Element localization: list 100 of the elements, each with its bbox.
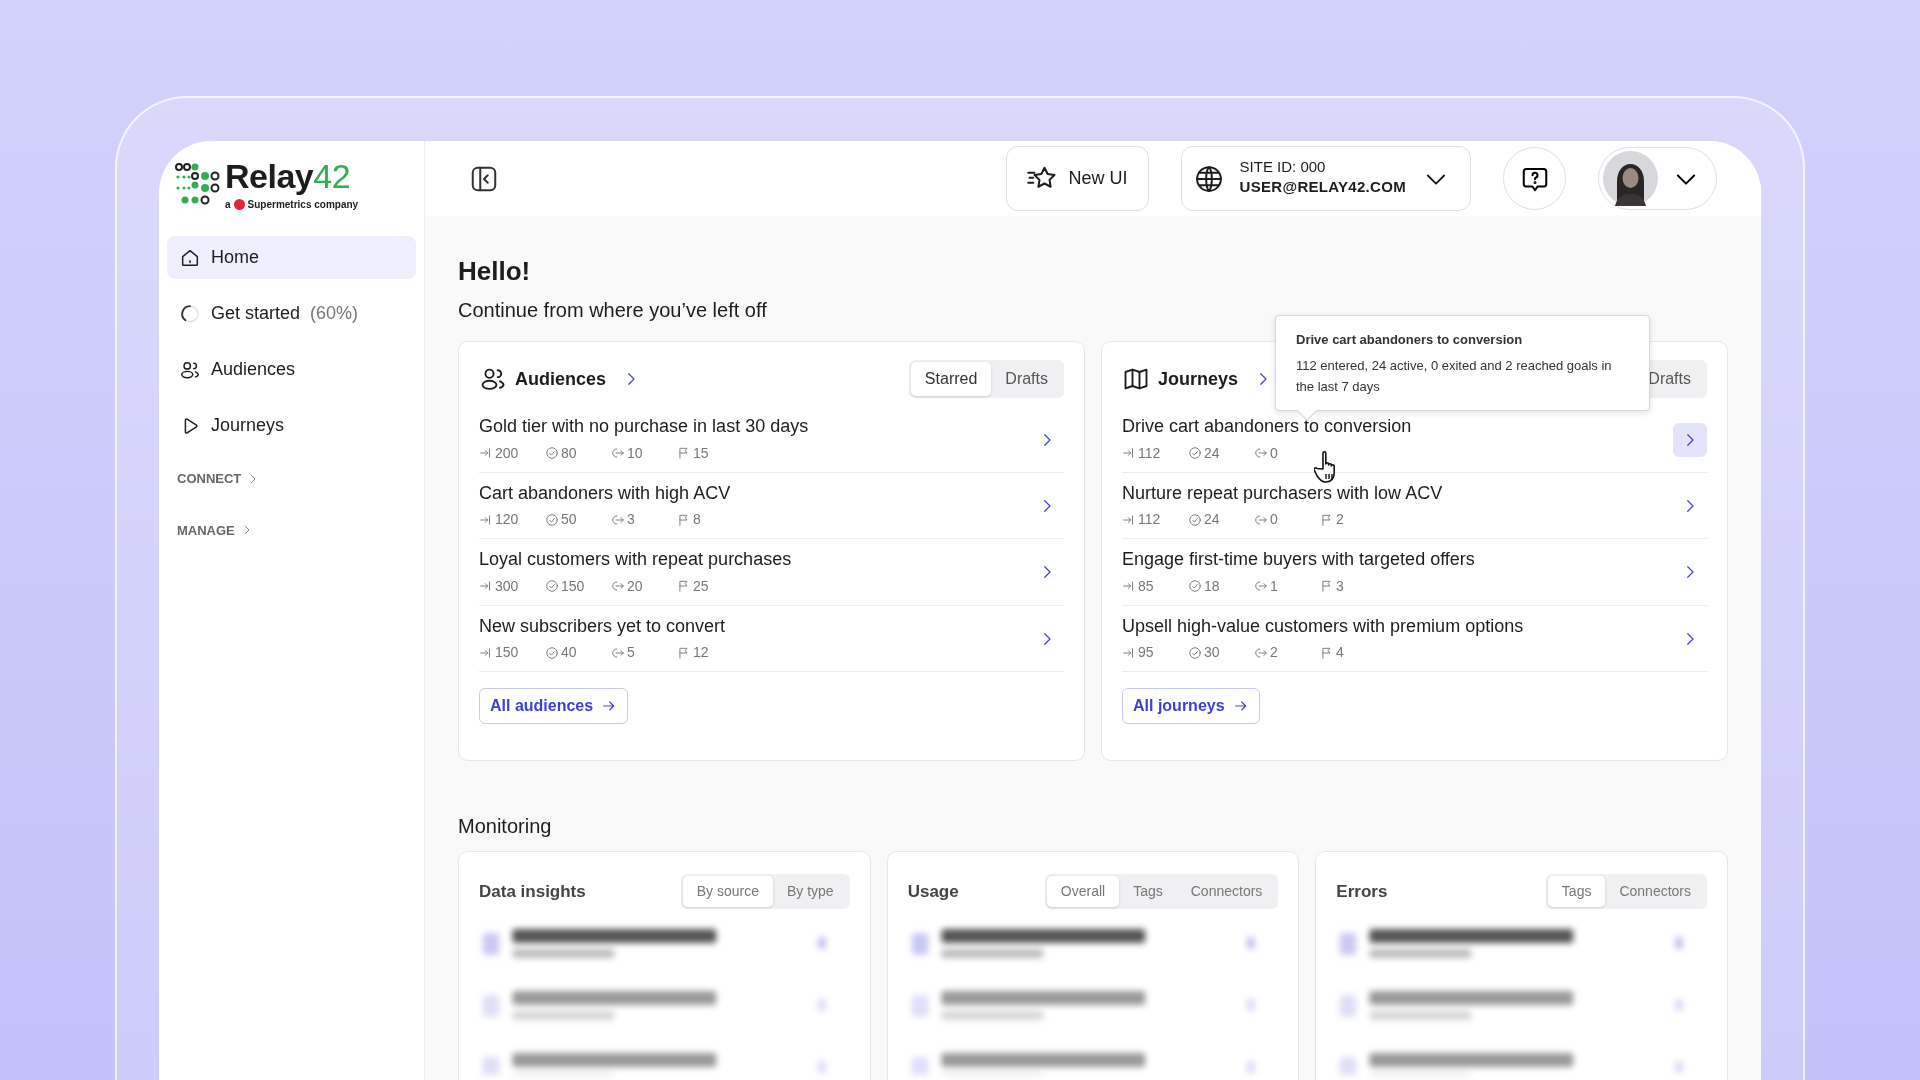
brand-dot-icon	[233, 199, 245, 210]
stat-value: 112	[1138, 443, 1161, 463]
entered-icon	[479, 645, 493, 660]
row-title: Nurture repeat purchasers with low ACV	[1122, 481, 1444, 505]
stat-value: 0	[1270, 510, 1278, 530]
section-toggle[interactable]: MANAGE	[167, 514, 263, 546]
tab[interactable]: Tags	[1547, 876, 1606, 907]
tab[interactable]: Starred	[910, 362, 992, 397]
stat-value: 2	[1336, 510, 1344, 530]
stat-value: 3	[1336, 576, 1344, 596]
panel-title-link[interactable]: Audiences	[479, 365, 607, 394]
row-title: Gold tier with no purchase in last 30 days	[479, 415, 810, 439]
tooltip-title: Drive cart abandoners to conversion	[1296, 331, 1524, 350]
nav-item[interactable]: Home	[167, 236, 416, 279]
stat-value: 300	[495, 576, 519, 596]
tab[interactable]: Overall	[1046, 876, 1120, 907]
tab[interactable]: By source	[682, 876, 773, 907]
logo-wordmark: Relay42	[225, 159, 352, 193]
tab[interactable]: Connectors	[1605, 876, 1705, 907]
stat-value: 24	[1204, 443, 1220, 463]
flag-icon	[1320, 579, 1334, 594]
entered-icon	[479, 446, 493, 461]
exit-arrow-icon	[1254, 512, 1268, 527]
check-circle-icon	[1188, 512, 1202, 527]
entered-icon	[1122, 645, 1136, 660]
flag-icon	[1320, 512, 1334, 527]
row-title: Cart abandoners with high ACV	[479, 481, 732, 505]
stat-value: 80	[561, 443, 577, 463]
section-title: Monitoring	[458, 814, 553, 839]
entered-icon	[479, 579, 493, 594]
stat-value: 85	[1138, 576, 1154, 596]
stat-value: 40	[561, 643, 577, 662]
arrow-right-icon	[1232, 698, 1249, 714]
stat-value: 30	[1204, 643, 1220, 662]
subtitle: Continue from where you’ve left off	[458, 298, 768, 324]
row-title: Engage first-time buyers with targeted offers	[1122, 548, 1476, 572]
flag-icon	[677, 579, 691, 594]
tab[interactable]: Tags	[1119, 876, 1177, 907]
stat-value: 24	[1204, 510, 1220, 530]
stat-value: 120	[495, 510, 519, 530]
exit-arrow-icon	[611, 446, 625, 461]
avatar-icon	[1603, 151, 1658, 207]
nav-item[interactable]: Audiences	[167, 348, 416, 391]
exit-arrow-icon	[611, 579, 625, 594]
stat-value: 15	[693, 443, 709, 463]
progress-ring-icon	[179, 302, 201, 325]
stat-value: 0	[1270, 443, 1278, 463]
stat-value: 20	[627, 576, 643, 596]
stat-value: 95	[1138, 643, 1154, 662]
exit-arrow-icon	[1254, 645, 1268, 660]
stat-value: 4	[1336, 643, 1344, 662]
tab[interactable]: Drafts	[1634, 362, 1705, 397]
greeting: Hello!	[458, 256, 532, 288]
stat-value: 10	[627, 443, 643, 463]
globe-icon	[1193, 163, 1224, 194]
entered-icon	[479, 512, 493, 527]
view-all-button[interactable]: All journeys	[1122, 688, 1260, 724]
panel-title-link[interactable]: Journeys	[1122, 365, 1239, 394]
exit-arrow-icon	[611, 512, 625, 527]
stat-value: 150	[495, 643, 519, 662]
card-title: Errors	[1336, 880, 1388, 903]
section-toggle[interactable]: CONNECT	[167, 463, 270, 495]
check-circle-icon	[1188, 645, 1202, 660]
stat-value: 8	[693, 510, 701, 530]
stat-value: 50	[561, 510, 577, 530]
tab[interactable]: Connectors	[1176, 876, 1277, 907]
stat-value: 5	[627, 643, 635, 662]
exit-arrow-icon	[1254, 446, 1268, 461]
exit-arrow-icon	[611, 645, 625, 660]
nav-item[interactable]: Get started (60%)	[167, 292, 416, 335]
exit-arrow-icon	[1254, 579, 1268, 594]
flag-icon	[677, 446, 691, 461]
view-all-button[interactable]: All audiences	[479, 688, 629, 724]
open-row-button[interactable]	[1673, 422, 1707, 457]
tab[interactable]: Drafts	[991, 362, 1062, 397]
stat-value: 112	[1138, 510, 1161, 530]
check-circle-icon	[545, 446, 559, 461]
stat-value: 3	[627, 510, 635, 530]
stat-value: 12	[693, 643, 709, 662]
card-title: Usage	[907, 880, 959, 903]
stat-value: 200	[495, 443, 519, 463]
site-id: SITE ID: 000	[1239, 158, 1327, 177]
row-title: Drive cart abandoners to conversion	[1122, 415, 1413, 439]
stat-value: 1	[1270, 576, 1278, 596]
check-circle-icon	[1188, 579, 1202, 594]
new-ui-button[interactable]: New UI	[1005, 146, 1149, 212]
check-circle-icon	[545, 512, 559, 527]
flag-icon	[677, 512, 691, 527]
stat-value: 25	[693, 576, 709, 596]
tagline: Supermetrics company	[247, 198, 359, 212]
nav-item[interactable]: Journeys	[167, 404, 416, 447]
row-title: Upsell high-value customers with premium options	[1122, 614, 1525, 638]
entered-icon	[1122, 446, 1136, 461]
site-selector[interactable]: SITE ID: 000 USER@RELAY42.COM	[1180, 146, 1471, 212]
check-circle-icon	[545, 579, 559, 594]
row-title: Loyal customers with repeat purchases	[479, 548, 793, 572]
entered-icon	[1122, 512, 1136, 527]
tab[interactable]: By type	[772, 876, 848, 907]
tagline-prefix: a	[225, 198, 231, 212]
stat-value: 18	[1204, 576, 1220, 596]
